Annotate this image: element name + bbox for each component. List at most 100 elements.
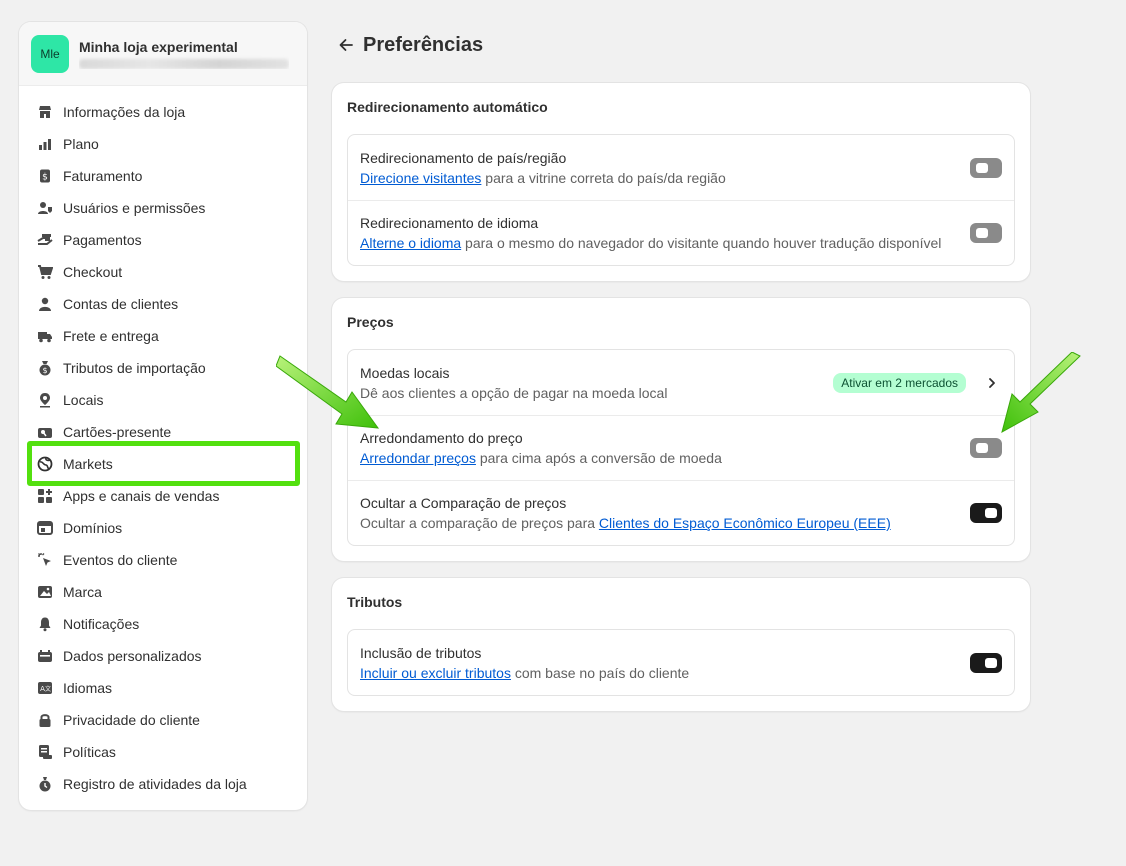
cursor-click-icon (37, 552, 53, 568)
settings-box: Moedas locais Dê aos clientes a opção de… (347, 349, 1015, 546)
sidebar-item-label: Cartões-presente (63, 424, 172, 440)
settings-nav: Informações da loja Plano $ Faturamento U… (19, 86, 307, 800)
sidebar-item-billing[interactable]: $ Faturamento (19, 160, 307, 192)
round-prices-link[interactable]: Arredondar preços (360, 450, 476, 466)
sidebar-item-markets[interactable]: Markets (19, 448, 307, 480)
status-badge: Ativar em 2 mercados (833, 372, 966, 393)
language-redirect-toggle[interactable] (970, 223, 1002, 243)
cart-icon (37, 264, 53, 280)
sidebar-item-label: Plano (63, 136, 99, 152)
price-rounding-row: Arredondamento do preço Arredondar preço… (348, 415, 1014, 480)
settings-box: Inclusão de tributos Incluir ou excluir … (347, 629, 1015, 696)
row-label: Ocultar a Comparação de preços (360, 495, 567, 511)
sidebar-item-shipping[interactable]: Frete e entrega (19, 320, 307, 352)
sidebar-item-plan[interactable]: Plano (19, 128, 307, 160)
sidebar-item-checkout[interactable]: Checkout (19, 256, 307, 288)
row-description: com base no país do cliente (510, 664, 690, 681)
page-title: Preferências (363, 33, 484, 56)
sidebar-item-apps[interactable]: Apps e canais de vendas (19, 480, 307, 512)
sidebar-item-users[interactable]: Usuários e permissões (19, 192, 307, 224)
chevron-right-icon[interactable] (984, 375, 1000, 391)
direct-visitors-link[interactable]: Direcione visitantes (360, 170, 481, 186)
sidebar-item-privacy[interactable]: Privacidade do cliente (19, 704, 307, 736)
sidebar-item-custom-data[interactable]: Dados personalizados (19, 640, 307, 672)
sidebar-item-label: Políticas (63, 744, 116, 760)
svg-text:$: $ (42, 366, 47, 375)
hide-compare-price-row: Ocultar a Comparação de preços Ocultar a… (348, 480, 1014, 545)
switch-language-link[interactable]: Alterne o idioma (360, 235, 461, 251)
payments-icon (37, 232, 53, 248)
tax-inclusion-row: Inclusão de tributos Incluir ou excluir … (348, 630, 1014, 695)
language-icon: A文 (37, 680, 53, 696)
sidebar-item-label: Markets (63, 456, 113, 472)
row-label: Inclusão de tributos (360, 644, 482, 661)
taxes-card: Tributos Inclusão de tributos Incluir ou… (332, 578, 1030, 711)
sidebar-item-label: Dados personalizados (63, 648, 202, 664)
language-redirect-row: Redirecionamento de idioma Alterne o idi… (348, 200, 1014, 265)
sidebar-item-label: Usuários e permissões (63, 200, 206, 216)
toggle-knob (976, 228, 988, 238)
row-description: para o mesmo do navegador do visitante q… (461, 235, 942, 251)
store-url-blurred (79, 58, 289, 69)
row-label: Redirecionamento de idioma (360, 215, 539, 231)
row-label: Arredondamento do preço (360, 430, 523, 446)
toggle-knob (976, 443, 988, 453)
sidebar-item-domains[interactable]: Domínios (19, 512, 307, 544)
row-description: para a vitrine correta do país/da região (481, 169, 726, 186)
settings-box: Redirecionamento de país/região Direcion… (347, 134, 1015, 266)
sidebar-item-label: Contas de clientes (63, 296, 179, 312)
tax-inclusion-toggle[interactable] (970, 652, 1002, 673)
sidebar-item-languages[interactable]: A 文 Idiomas (19, 672, 307, 704)
prices-card: Preços Moedas locais Dê aos clientes a o… (332, 298, 1030, 561)
sidebar-item-customer-events[interactable]: Eventos do cliente (19, 544, 307, 576)
back-arrow-icon[interactable] (336, 35, 356, 55)
sidebar-item-customer-accounts[interactable]: Contas de clientes (19, 288, 307, 320)
sidebar-item-label: Marca (63, 584, 102, 600)
sidebar-item-label: Locais (63, 392, 104, 408)
page-header: Preferências (336, 32, 483, 58)
plan-icon (37, 136, 53, 152)
country-redirect-toggle[interactable] (970, 157, 1002, 178)
card-title: Tributos (347, 594, 403, 610)
sidebar-item-label: Frete e entrega (63, 328, 159, 344)
toggle-knob (985, 508, 997, 518)
sidebar-item-label: Registro de atividades da loja (63, 776, 247, 792)
sidebar-item-store-info[interactable]: Informações da loja (19, 96, 307, 128)
store-header[interactable]: Mle Minha loja experimental (19, 22, 307, 86)
lock-icon (37, 712, 53, 728)
sidebar-item-brand[interactable]: Marca (19, 576, 307, 608)
toggle-knob (976, 162, 988, 173)
sidebar-item-locations[interactable]: Locais (19, 384, 307, 416)
sidebar-item-gift-cards[interactable]: Cartões-presente (19, 416, 307, 448)
activity-log-icon (37, 776, 53, 792)
row-description: para cima após a conversão de moeda (475, 450, 722, 466)
sidebar-item-label: Apps e canais de vendas (63, 488, 220, 504)
include-exclude-taxes-link[interactable]: Incluir ou excluir tributos (360, 665, 511, 681)
sidebar-item-import-duties[interactable]: $ Tributos de importação (19, 352, 307, 384)
custom-data-icon (37, 648, 53, 664)
location-pin-icon (37, 392, 53, 408)
price-rounding-toggle[interactable] (970, 438, 1002, 458)
row-label: Redirecionamento de país/região (360, 149, 567, 166)
person-icon (37, 296, 53, 312)
hide-compare-price-toggle[interactable] (970, 503, 1002, 523)
row-description: Ocultar a comparação de preços para (360, 515, 599, 531)
local-currencies-row[interactable]: Moedas locais Dê aos clientes a opção de… (348, 350, 1014, 415)
store-icon (37, 104, 53, 120)
sidebar-item-payments[interactable]: Pagamentos (19, 224, 307, 256)
sidebar-item-policies[interactable]: Políticas (19, 736, 307, 768)
card-title: Redirecionamento automático (347, 99, 548, 115)
settings-sidebar: Mle Minha loja experimental Informações … (19, 22, 307, 810)
sidebar-item-label: Eventos do cliente (63, 552, 178, 568)
svg-text:文: 文 (45, 685, 51, 693)
eea-customers-link[interactable]: Clientes do Espaço Econômico Europeu (EE… (599, 515, 891, 531)
gift-card-icon (37, 424, 53, 440)
policy-icon (37, 744, 53, 760)
sidebar-item-notifications[interactable]: Notificações (19, 608, 307, 640)
svg-text:$: $ (42, 173, 48, 183)
bell-icon (37, 616, 53, 632)
sidebar-item-activity-log[interactable]: Registro de atividades da loja (19, 768, 307, 800)
apps-icon (37, 488, 53, 504)
auto-redirect-card: Redirecionamento automático Redirecionam… (332, 83, 1030, 281)
toggle-knob (985, 657, 997, 668)
